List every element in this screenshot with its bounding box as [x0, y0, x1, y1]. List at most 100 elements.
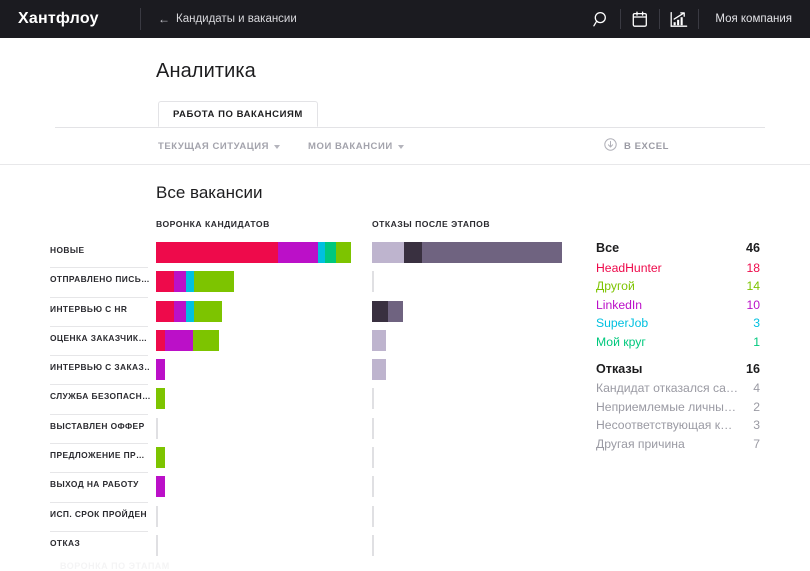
axis-tick	[372, 271, 374, 292]
stat-rejections-total: Отказы 16	[596, 360, 760, 379]
filter-current-situation[interactable]: ТЕКУЩАЯ СИТУАЦИЯ	[158, 141, 280, 152]
bar-segment[interactable]	[404, 242, 422, 263]
breadcrumb-label[interactable]: Кандидаты и вакансии	[176, 13, 297, 25]
stat-label: Все	[596, 239, 619, 258]
row-separator	[50, 238, 148, 239]
company-menu[interactable]: Моя компания	[699, 13, 810, 25]
source-list: HeadHunter18Другой14LinkedIn10SuperJob 3М…	[596, 259, 760, 352]
stat-value: 18	[746, 259, 760, 278]
bar-segment[interactable]	[278, 242, 318, 263]
source-stat-row[interactable]: Мой круг1	[596, 333, 760, 352]
funnel-bar[interactable]	[156, 388, 165, 409]
bar-segment[interactable]	[156, 242, 278, 263]
funnel-row: ОТКАЗ	[156, 531, 810, 560]
bar-segment[interactable]	[193, 330, 219, 351]
stat-value: 10	[746, 296, 760, 315]
rejection-reason-row[interactable]: Неприемлемые личны… 2	[596, 398, 760, 417]
bar-segment[interactable]	[336, 242, 351, 263]
export-excel-label: В EXCEL	[624, 141, 669, 152]
back-arrow-icon[interactable]: ←	[158, 12, 170, 26]
funnel-row: ИСП. СРОК ПРОЙДЕН	[156, 502, 810, 531]
stat-value: 2	[753, 398, 760, 417]
stat-label: Неприемлемые личны…	[596, 398, 736, 417]
filter-bar: ТЕКУЩАЯ СИТУАЦИЯ МОИ ВАКАНСИИ В EXCEL	[0, 128, 810, 164]
search-icon[interactable]	[582, 0, 620, 38]
analytics-icon[interactable]	[660, 0, 698, 38]
calendar-icon[interactable]	[621, 0, 659, 38]
charts-area: ВОРОНКА КАНДИДАТОВ ОТКАЗЫ ПОСЛЕ ЭТАПОВ Н…	[156, 219, 810, 560]
bar-segment[interactable]	[194, 271, 234, 292]
rejection-reason-row[interactable]: Другая причина7	[596, 435, 760, 454]
bar-segment[interactable]	[156, 447, 165, 468]
source-stat-row[interactable]: SuperJob 3	[596, 314, 760, 333]
funnel-bar[interactable]	[156, 301, 222, 322]
axis-tick	[156, 535, 158, 556]
source-stat-row[interactable]: LinkedIn10	[596, 296, 760, 315]
row-separator	[50, 531, 148, 532]
stat-label: SuperJob	[596, 314, 648, 333]
bar-segment[interactable]	[372, 242, 404, 263]
filter-my-vacancies[interactable]: МОИ ВАКАНСИИ	[308, 141, 404, 152]
bar-segment[interactable]	[372, 359, 386, 380]
bar-segment[interactable]	[388, 301, 403, 322]
bar-segment[interactable]	[165, 330, 193, 351]
bar-segment[interactable]	[156, 301, 174, 322]
funnel-bar[interactable]	[156, 242, 351, 263]
section-title: Все вакансии	[156, 165, 810, 203]
bar-segment[interactable]	[156, 388, 165, 409]
stat-value: 1	[753, 333, 760, 352]
row-separator	[50, 384, 148, 385]
bar-segment[interactable]	[318, 242, 325, 263]
export-excel-button[interactable]: В EXCEL	[604, 138, 669, 154]
bar-segment[interactable]	[372, 330, 386, 351]
rejection-reason-row[interactable]: Кандидат отказался са…4	[596, 379, 760, 398]
rejection-reason-list: Кандидат отказался са…4Неприемлемые личн…	[596, 379, 760, 453]
bar-segment[interactable]	[156, 330, 165, 351]
breadcrumb[interactable]: ← Кандидаты и вакансии	[141, 12, 297, 26]
bar-segment[interactable]	[186, 301, 194, 322]
funnel-bar[interactable]	[156, 359, 165, 380]
bar-segment[interactable]	[194, 301, 222, 322]
funnel-bar[interactable]	[156, 476, 165, 497]
bar-segment[interactable]	[372, 301, 388, 322]
source-stat-row[interactable]: Другой14	[596, 277, 760, 296]
row-separator	[50, 443, 148, 444]
download-icon	[604, 138, 617, 154]
page-header: Аналитика РАБОТА ПО ВАКАНСИЯМ	[0, 38, 810, 128]
bar-segment[interactable]	[156, 476, 165, 497]
stat-label: Несоответствующая к…	[596, 416, 732, 435]
row-separator	[50, 326, 148, 327]
chevron-down-icon	[398, 145, 404, 149]
funnel-bar[interactable]	[156, 330, 219, 351]
row-separator	[50, 297, 148, 298]
funnel-bar[interactable]	[156, 447, 165, 468]
stat-value: 4	[753, 379, 760, 398]
funnel-bar[interactable]	[156, 271, 234, 292]
tab-bar: РАБОТА ПО ВАКАНСИЯМ	[156, 101, 810, 128]
funnel-stage-label: ИНТЕРВЬЮ С ЗАКАЗ…	[50, 362, 150, 372]
axis-tick	[372, 418, 374, 439]
rejection-bar[interactable]	[372, 301, 403, 322]
stat-value: 3	[753, 314, 760, 333]
bar-segment[interactable]	[156, 271, 174, 292]
bar-segment[interactable]	[174, 301, 186, 322]
bar-segment[interactable]	[174, 271, 186, 292]
axis-tick	[156, 506, 158, 527]
rejection-bar[interactable]	[372, 242, 562, 263]
stat-value: 3	[753, 416, 760, 435]
bar-segment[interactable]	[325, 242, 336, 263]
rejection-reason-row[interactable]: Несоответствующая к… 3	[596, 416, 760, 435]
row-separator	[50, 355, 148, 356]
bar-segment[interactable]	[186, 271, 194, 292]
analytics-content: Все вакансии ВОРОНКА КАНДИДАТОВ ОТКАЗЫ П…	[0, 165, 810, 560]
rejection-bar[interactable]	[372, 330, 386, 351]
row-separator	[50, 414, 148, 415]
funnel-stage-label: ОЦЕНКА ЗАКАЗЧИК…	[50, 333, 150, 343]
tab-rabota-po-vakansiyam[interactable]: РАБОТА ПО ВАКАНСИЯМ	[158, 101, 318, 127]
stats-panel: Все 46 HeadHunter18Другой14LinkedIn10Sup…	[596, 239, 760, 454]
bar-segment[interactable]	[422, 242, 562, 263]
app-logo[interactable]: Хантфлоу	[0, 10, 140, 28]
rejection-bar[interactable]	[372, 359, 386, 380]
bar-segment[interactable]	[156, 359, 165, 380]
source-stat-row[interactable]: HeadHunter18	[596, 259, 760, 278]
